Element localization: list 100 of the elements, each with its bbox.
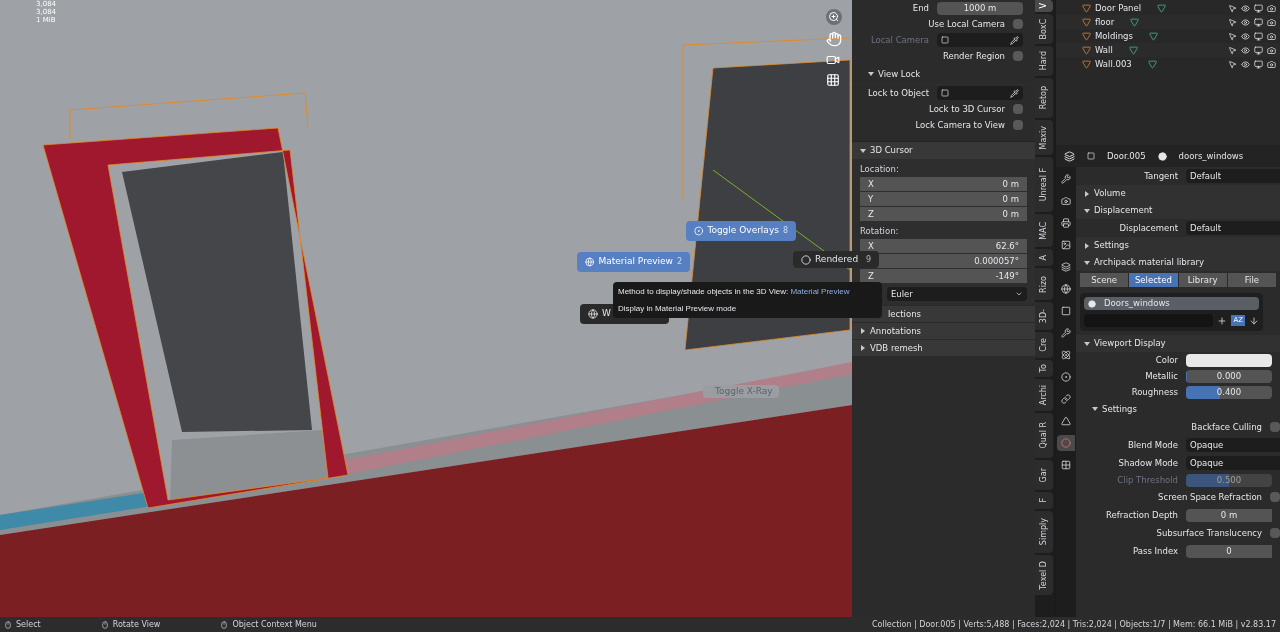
collapsed-arrow-icon[interactable] (1084, 242, 1090, 249)
number-field[interactable]: 0 m (1186, 508, 1272, 522)
expanded-arrow-icon[interactable] (868, 71, 874, 77)
viewport-icon[interactable] (1254, 17, 1263, 27)
checkbox[interactable] (1013, 51, 1023, 61)
object-name: Door.005 (1107, 149, 1146, 163)
camera-icon[interactable] (826, 53, 840, 67)
sidebar-tab[interactable]: 3D- (1035, 302, 1053, 330)
list-item[interactable]: Doors_windows (1084, 297, 1259, 310)
hand-icon[interactable] (826, 31, 842, 47)
viewport-icon[interactable] (1254, 31, 1263, 41)
mouse-icon (4, 620, 12, 629)
object-icon (941, 89, 949, 97)
eyedropper-icon[interactable] (1010, 35, 1019, 45)
object-name[interactable]: Wall (1095, 43, 1113, 57)
expanded-arrow-icon[interactable] (1092, 406, 1098, 412)
expanded-arrow-icon[interactable] (1084, 207, 1090, 214)
library-tab[interactable]: Scene (1080, 273, 1129, 287)
object-name[interactable]: Door Panel (1095, 1, 1142, 15)
library-tab[interactable]: Selected (1129, 273, 1178, 287)
checkbox[interactable] (1270, 492, 1280, 502)
sidebar-tab[interactable]: Cre (1035, 332, 1053, 358)
library-tab[interactable]: Library (1178, 273, 1227, 287)
property-label: Displacement (1118, 221, 1179, 235)
editor-type-icon[interactable] (1064, 150, 1075, 162)
eyedropper-icon[interactable] (1010, 88, 1019, 98)
axis-value[interactable]: 0 m (1002, 177, 1019, 191)
sidebar-tab[interactable]: Hard (1035, 46, 1053, 76)
grid-icon[interactable] (826, 73, 840, 87)
collapsed-arrow-icon[interactable] (860, 345, 866, 351)
material-sphere-icon (1088, 299, 1096, 308)
panel-title[interactable]: Settings (1094, 239, 1129, 252)
number-field[interactable]: 1000 m (937, 1, 1023, 15)
pie-menu-item[interactable]: Rendered 9 (793, 251, 879, 268)
object-name[interactable]: Moldings (1095, 29, 1133, 43)
dropdown[interactable]: Default (1186, 221, 1280, 235)
object-field[interactable] (937, 33, 1023, 47)
viewport-icon[interactable] (1254, 59, 1263, 69)
sidebar-tab[interactable]: BoxC (1035, 14, 1053, 44)
expanded-arrow-icon[interactable] (1084, 259, 1090, 266)
sidebar-tab[interactable]: Unreal F (1035, 157, 1053, 212)
render-icon[interactable] (1267, 17, 1276, 27)
sidebar-tab[interactable]: Simply (1035, 511, 1053, 553)
visibility-icon[interactable] (1241, 31, 1250, 41)
viewport-icon[interactable] (1254, 3, 1263, 13)
checkbox[interactable] (1013, 19, 1023, 29)
axis-value[interactable]: 0 m (1002, 192, 1019, 206)
collapsed-arrow-icon[interactable] (1084, 190, 1090, 197)
sidebar-tab[interactable]: MAC (1035, 214, 1053, 247)
object-name[interactable]: Wall.003 (1095, 57, 1132, 71)
checkbox[interactable] (1270, 528, 1280, 538)
shading-icon (801, 254, 811, 265)
visibility-icon[interactable] (1241, 45, 1250, 55)
render-icon[interactable] (1267, 31, 1276, 41)
number-field[interactable]: 0 (1186, 544, 1272, 558)
sidebar-tab[interactable]: Archi (1035, 379, 1053, 411)
rotation-mode-dropdown[interactable]: Euler (887, 287, 1027, 301)
collapsed-arrow-icon[interactable] (860, 328, 866, 334)
sidebar-tab[interactable]: V (1035, 0, 1053, 12)
checkbox[interactable] (1270, 422, 1280, 432)
render-icon[interactable] (1267, 45, 1276, 55)
sidebar-tab[interactable]: F (1035, 492, 1053, 509)
sidebar-tab[interactable]: A (1035, 249, 1053, 266)
visibility-icon[interactable] (1241, 59, 1250, 69)
value-slider[interactable]: 0.000 (1186, 369, 1272, 383)
axis-value[interactable]: 62.6° (995, 239, 1019, 253)
visibility-icon[interactable] (1241, 3, 1250, 13)
sidebar-tab[interactable]: Qual R (1035, 413, 1053, 458)
axis-value[interactable]: 0 m (1002, 207, 1019, 221)
checkbox[interactable] (1013, 120, 1023, 130)
dropdown[interactable]: Opaque (1186, 456, 1280, 470)
sidebar-tab[interactable]: Texel D (1035, 555, 1053, 595)
plus-icon[interactable] (1217, 315, 1228, 326)
expanded-arrow-icon[interactable] (860, 147, 866, 154)
sidebar-tab[interactable]: Maxiv (1035, 120, 1053, 155)
chevron-down-icon (1015, 290, 1023, 298)
sidebar-tab[interactable]: Gar (1035, 460, 1053, 490)
reverse-sort-icon[interactable] (1249, 315, 1259, 326)
expanded-arrow-icon[interactable] (1084, 340, 1090, 347)
shading-icon (694, 226, 704, 236)
checkbox[interactable] (1013, 104, 1023, 114)
sidebar-tab[interactable]: Retop (1035, 78, 1053, 118)
subpanel-title[interactable]: Settings (1102, 402, 1137, 416)
dropdown[interactable]: Default (1186, 169, 1280, 183)
visibility-icon[interactable] (1241, 17, 1250, 27)
axis-value[interactable]: 0.000057° (974, 254, 1019, 268)
dropdown[interactable]: Opaque (1186, 438, 1280, 452)
object-name[interactable]: floor (1095, 15, 1115, 29)
sidebar-tab[interactable]: To (1035, 360, 1053, 377)
viewport-icon[interactable] (1254, 45, 1263, 55)
pie-menu-item[interactable]: Toggle Overlays 8 (686, 221, 796, 241)
color-swatch[interactable] (1186, 353, 1272, 367)
pie-menu-item[interactable]: Material Preview 2 (577, 252, 690, 272)
panel-title[interactable]: Volume (1094, 187, 1126, 200)
sidebar-tab[interactable]: Rizo (1035, 268, 1053, 300)
library-tab[interactable]: File (1227, 273, 1276, 287)
render-icon[interactable] (1267, 59, 1276, 69)
object-field[interactable] (937, 86, 1023, 100)
render-icon[interactable] (1267, 3, 1276, 13)
axis-value[interactable]: -149° (995, 269, 1019, 283)
